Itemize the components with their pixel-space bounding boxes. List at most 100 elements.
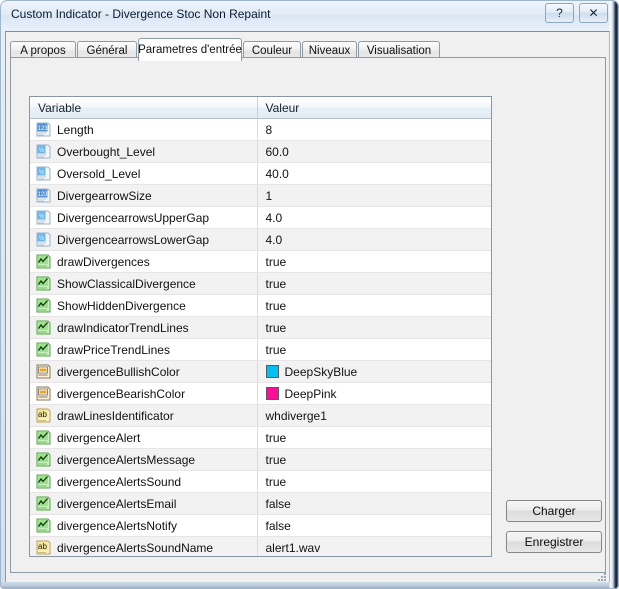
cell-variable: divergenceAlert (30, 426, 258, 449)
table-row[interactable]: 123 Length 8 (30, 118, 491, 141)
title-bar[interactable]: Custom Indicator - Divergence Stoc Non R… (0, 0, 619, 30)
variable-value: true (265, 254, 287, 269)
tab-label: Visualisation (366, 45, 432, 57)
cell-value[interactable]: true (257, 294, 491, 317)
cell-variable: divergenceAlertsMessage (30, 448, 258, 471)
int-123-icon: 123 (36, 122, 51, 137)
variable-name: drawDivergences (57, 254, 150, 269)
bool-chart-icon (36, 298, 51, 313)
table-row[interactable]: drawPriceTrendLines true (30, 338, 491, 361)
variable-value: 60.0 (265, 144, 289, 159)
variable-name: ShowClassicalDivergence (57, 276, 196, 291)
column-header-variable[interactable]: Variable (30, 97, 258, 119)
tab-parametres-d-entree[interactable]: Parametres d'entrée (138, 38, 242, 61)
variable-name: Length (57, 122, 94, 137)
table-row[interactable]: ab drawLinesIdentificator whdiverge1 (30, 404, 491, 427)
parameters-grid-container[interactable]: Variable Valeur 123 Length 8 ½ Overbought_Le… (29, 96, 492, 557)
table-row[interactable]: divergenceAlertsNotify false (30, 514, 491, 537)
cell-value[interactable]: alert1.wav (257, 536, 491, 556)
variable-value: true (265, 452, 287, 467)
ok-button[interactable]: OK (370, 582, 448, 583)
cell-value[interactable]: 4.0 (257, 206, 491, 229)
cell-value[interactable]: true (257, 250, 491, 273)
variable-value: 8 (265, 122, 273, 137)
variable-value: true (265, 342, 287, 357)
cell-value[interactable]: whdiverge1 (257, 404, 491, 427)
table-row[interactable]: ½ Oversold_Level 40.0 (30, 162, 491, 185)
cell-value[interactable]: 40.0 (257, 162, 491, 185)
table-row[interactable]: ShowHiddenDivergence true (30, 294, 491, 317)
variable-name: divergenceBullishColor (57, 364, 180, 379)
cell-value[interactable]: true (257, 272, 491, 295)
cell-value[interactable]: true (257, 470, 491, 493)
bool-chart-icon (36, 518, 51, 533)
table-row[interactable]: divergenceBullishColor DeepSkyBlue (30, 360, 491, 383)
close-button[interactable]: ✕ (579, 3, 608, 23)
variable-name: divergenceAlert (57, 430, 141, 445)
variable-name: ShowHiddenDivergence (57, 298, 186, 313)
cell-value[interactable]: DeepPink (257, 382, 491, 405)
table-row[interactable]: drawIndicatorTrendLines true (30, 316, 491, 339)
tab-label: A propos (20, 45, 66, 57)
double-half-icon: ½ (36, 210, 51, 225)
cell-variable: ShowHiddenDivergence (30, 294, 258, 317)
cell-variable: ½ Overbought_Level (30, 140, 258, 163)
cell-variable: drawDivergences (30, 250, 258, 273)
table-row[interactable]: ½ DivergencearrowsLowerGap 4.0 (30, 228, 491, 251)
variable-value: true (265, 298, 287, 313)
variable-value: whdiverge1 (265, 408, 327, 423)
cell-variable: divergenceBearishColor (30, 382, 258, 405)
cell-value[interactable]: 8 (257, 118, 491, 141)
cell-value[interactable]: true (257, 316, 491, 339)
cell-value[interactable]: true (257, 448, 491, 471)
table-row[interactable]: divergenceBearishColor DeepPink (30, 382, 491, 405)
variable-name: divergenceAlertsSound (57, 474, 182, 489)
table-row[interactable]: ab divergenceAlertsSoundName alert1.wav (30, 536, 491, 556)
parameters-grid: Variable Valeur 123 Length 8 ½ Overbought_Le… (30, 97, 491, 556)
table-row[interactable]: divergenceAlertsMessage true (30, 448, 491, 471)
save-button[interactable]: Enregistrer (506, 531, 602, 553)
column-header-valeur[interactable]: Valeur (257, 97, 491, 119)
cell-value[interactable]: 4.0 (257, 228, 491, 251)
resize-grip-icon[interactable] (596, 571, 608, 583)
save-button-label: Enregistrer (524, 535, 584, 549)
table-row[interactable]: ShowClassicalDivergence true (30, 272, 491, 295)
variable-name: DivergencearrowsUpperGap (57, 210, 210, 225)
variable-value: 40.0 (265, 166, 289, 181)
cell-variable: 123 DivergearrowSize (30, 184, 258, 207)
close-icon: ✕ (588, 6, 599, 20)
cell-value[interactable]: true (257, 338, 491, 361)
bool-chart-icon (36, 342, 51, 357)
variable-value: false (265, 496, 291, 511)
grid-body: 123 Length 8 ½ Overbought_Level 60.0 ½ Oversold… (30, 118, 491, 556)
question-mark-icon: ? (556, 6, 563, 20)
table-row[interactable]: ½ Overbought_Level 60.0 (30, 140, 491, 163)
variable-value: true (265, 474, 287, 489)
cell-value[interactable]: 1 (257, 184, 491, 207)
cell-value[interactable]: 60.0 (257, 140, 491, 163)
svg-text:ab: ab (38, 542, 47, 551)
cell-variable: divergenceAlertsNotify (30, 514, 258, 537)
table-row[interactable]: 123 DivergearrowSize 1 (30, 184, 491, 207)
table-row[interactable]: drawDivergences true (30, 250, 491, 273)
cell-value[interactable]: false (257, 492, 491, 515)
table-row[interactable]: divergenceAlertsEmail false (30, 492, 491, 515)
cell-value[interactable]: true (257, 426, 491, 449)
double-half-icon: ½ (36, 144, 51, 159)
table-row[interactable]: divergenceAlert true (30, 426, 491, 449)
cell-variable: divergenceBullishColor (30, 360, 258, 383)
cancel-button[interactable]: Annuler (456, 582, 534, 583)
variable-value: DeepPink (284, 386, 337, 401)
tab-page-inputs: Variable Valeur 123 Length 8 ½ Overbought_Le… (10, 57, 606, 573)
help-button[interactable]: ? (545, 3, 574, 23)
load-button[interactable]: Charger (506, 500, 602, 522)
cell-variable: divergenceAlertsSound (30, 470, 258, 493)
table-row[interactable]: divergenceAlertsSound true (30, 470, 491, 493)
cell-value[interactable]: false (257, 514, 491, 537)
svg-text:ab: ab (38, 410, 47, 419)
string-ab-icon: ab (36, 408, 51, 423)
cell-variable: divergenceAlertsEmail (30, 492, 258, 515)
cell-value[interactable]: DeepSkyBlue (257, 360, 491, 383)
table-row[interactable]: ½ DivergencearrowsUpperGap 4.0 (30, 206, 491, 229)
dialog-client-area: A propos Général Parametres d'entrée Cou… (5, 31, 610, 583)
